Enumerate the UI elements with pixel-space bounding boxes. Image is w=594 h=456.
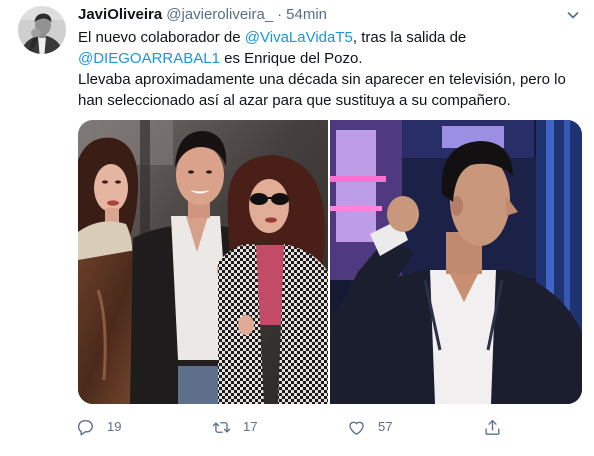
tweet-text-line: han seleccionado así al azar para que su… — [78, 90, 566, 111]
tweet-photo-left[interactable] — [78, 120, 328, 404]
chevron-down-icon[interactable] — [564, 6, 582, 24]
avatar-image — [18, 6, 66, 54]
reply-button[interactable]: 19 — [76, 417, 121, 437]
tweet-body: El nuevo colaborador de @VivaLaVidaT5, t… — [78, 27, 566, 111]
photo-image — [78, 120, 328, 404]
tweet-text: , tras la salida de — [352, 29, 467, 46]
author-avatar[interactable] — [18, 6, 66, 54]
retweet-button[interactable]: 17 — [212, 417, 257, 437]
share-icon[interactable] — [483, 418, 502, 437]
reply-count: 19 — [107, 419, 122, 434]
tweet-photo-right[interactable] — [330, 120, 582, 404]
retweet-count: 17 — [243, 419, 258, 434]
header-separator: · — [277, 6, 283, 23]
tweet-text-line: @DIEGOARRABAL1 es Enrique del Pozo. — [78, 48, 566, 69]
like-count: 57 — [378, 419, 393, 434]
author-handle[interactable]: @javieroliveira_ — [166, 6, 273, 23]
tweet-text: es Enrique del Pozo. — [219, 50, 363, 67]
tweet-text-line: El nuevo colaborador de @VivaLaVidaT5, t… — [78, 27, 566, 48]
share-button[interactable] — [483, 417, 502, 437]
photo-image — [330, 120, 582, 404]
tweet-header: JaviOliveira @javieroliveira_ · 54min — [78, 5, 327, 25]
reply-icon[interactable] — [76, 418, 95, 437]
tweet-media-grid — [78, 120, 582, 404]
mention-link-diegoarrabal1[interactable]: @DIEGOARRABAL1 — [78, 50, 220, 67]
tweet-text: han seleccionado así al azar para que su… — [78, 92, 511, 109]
tweet-timestamp[interactable]: 54min — [286, 6, 327, 23]
retweet-icon[interactable] — [212, 418, 231, 437]
tweet-text: El nuevo colaborador de — [78, 29, 245, 46]
author-name[interactable]: JaviOliveira — [78, 6, 162, 23]
like-button[interactable]: 57 — [347, 417, 392, 437]
heart-icon[interactable] — [347, 418, 366, 437]
tweet-text: Llevaba aproximadamente una década sin a… — [78, 71, 566, 88]
mention-link-vivalavidat5[interactable]: @VivaLaVidaT5 — [245, 29, 353, 46]
tweet-text-line: Llevaba aproximadamente una década sin a… — [78, 69, 566, 90]
more-options-button[interactable] — [564, 6, 582, 24]
